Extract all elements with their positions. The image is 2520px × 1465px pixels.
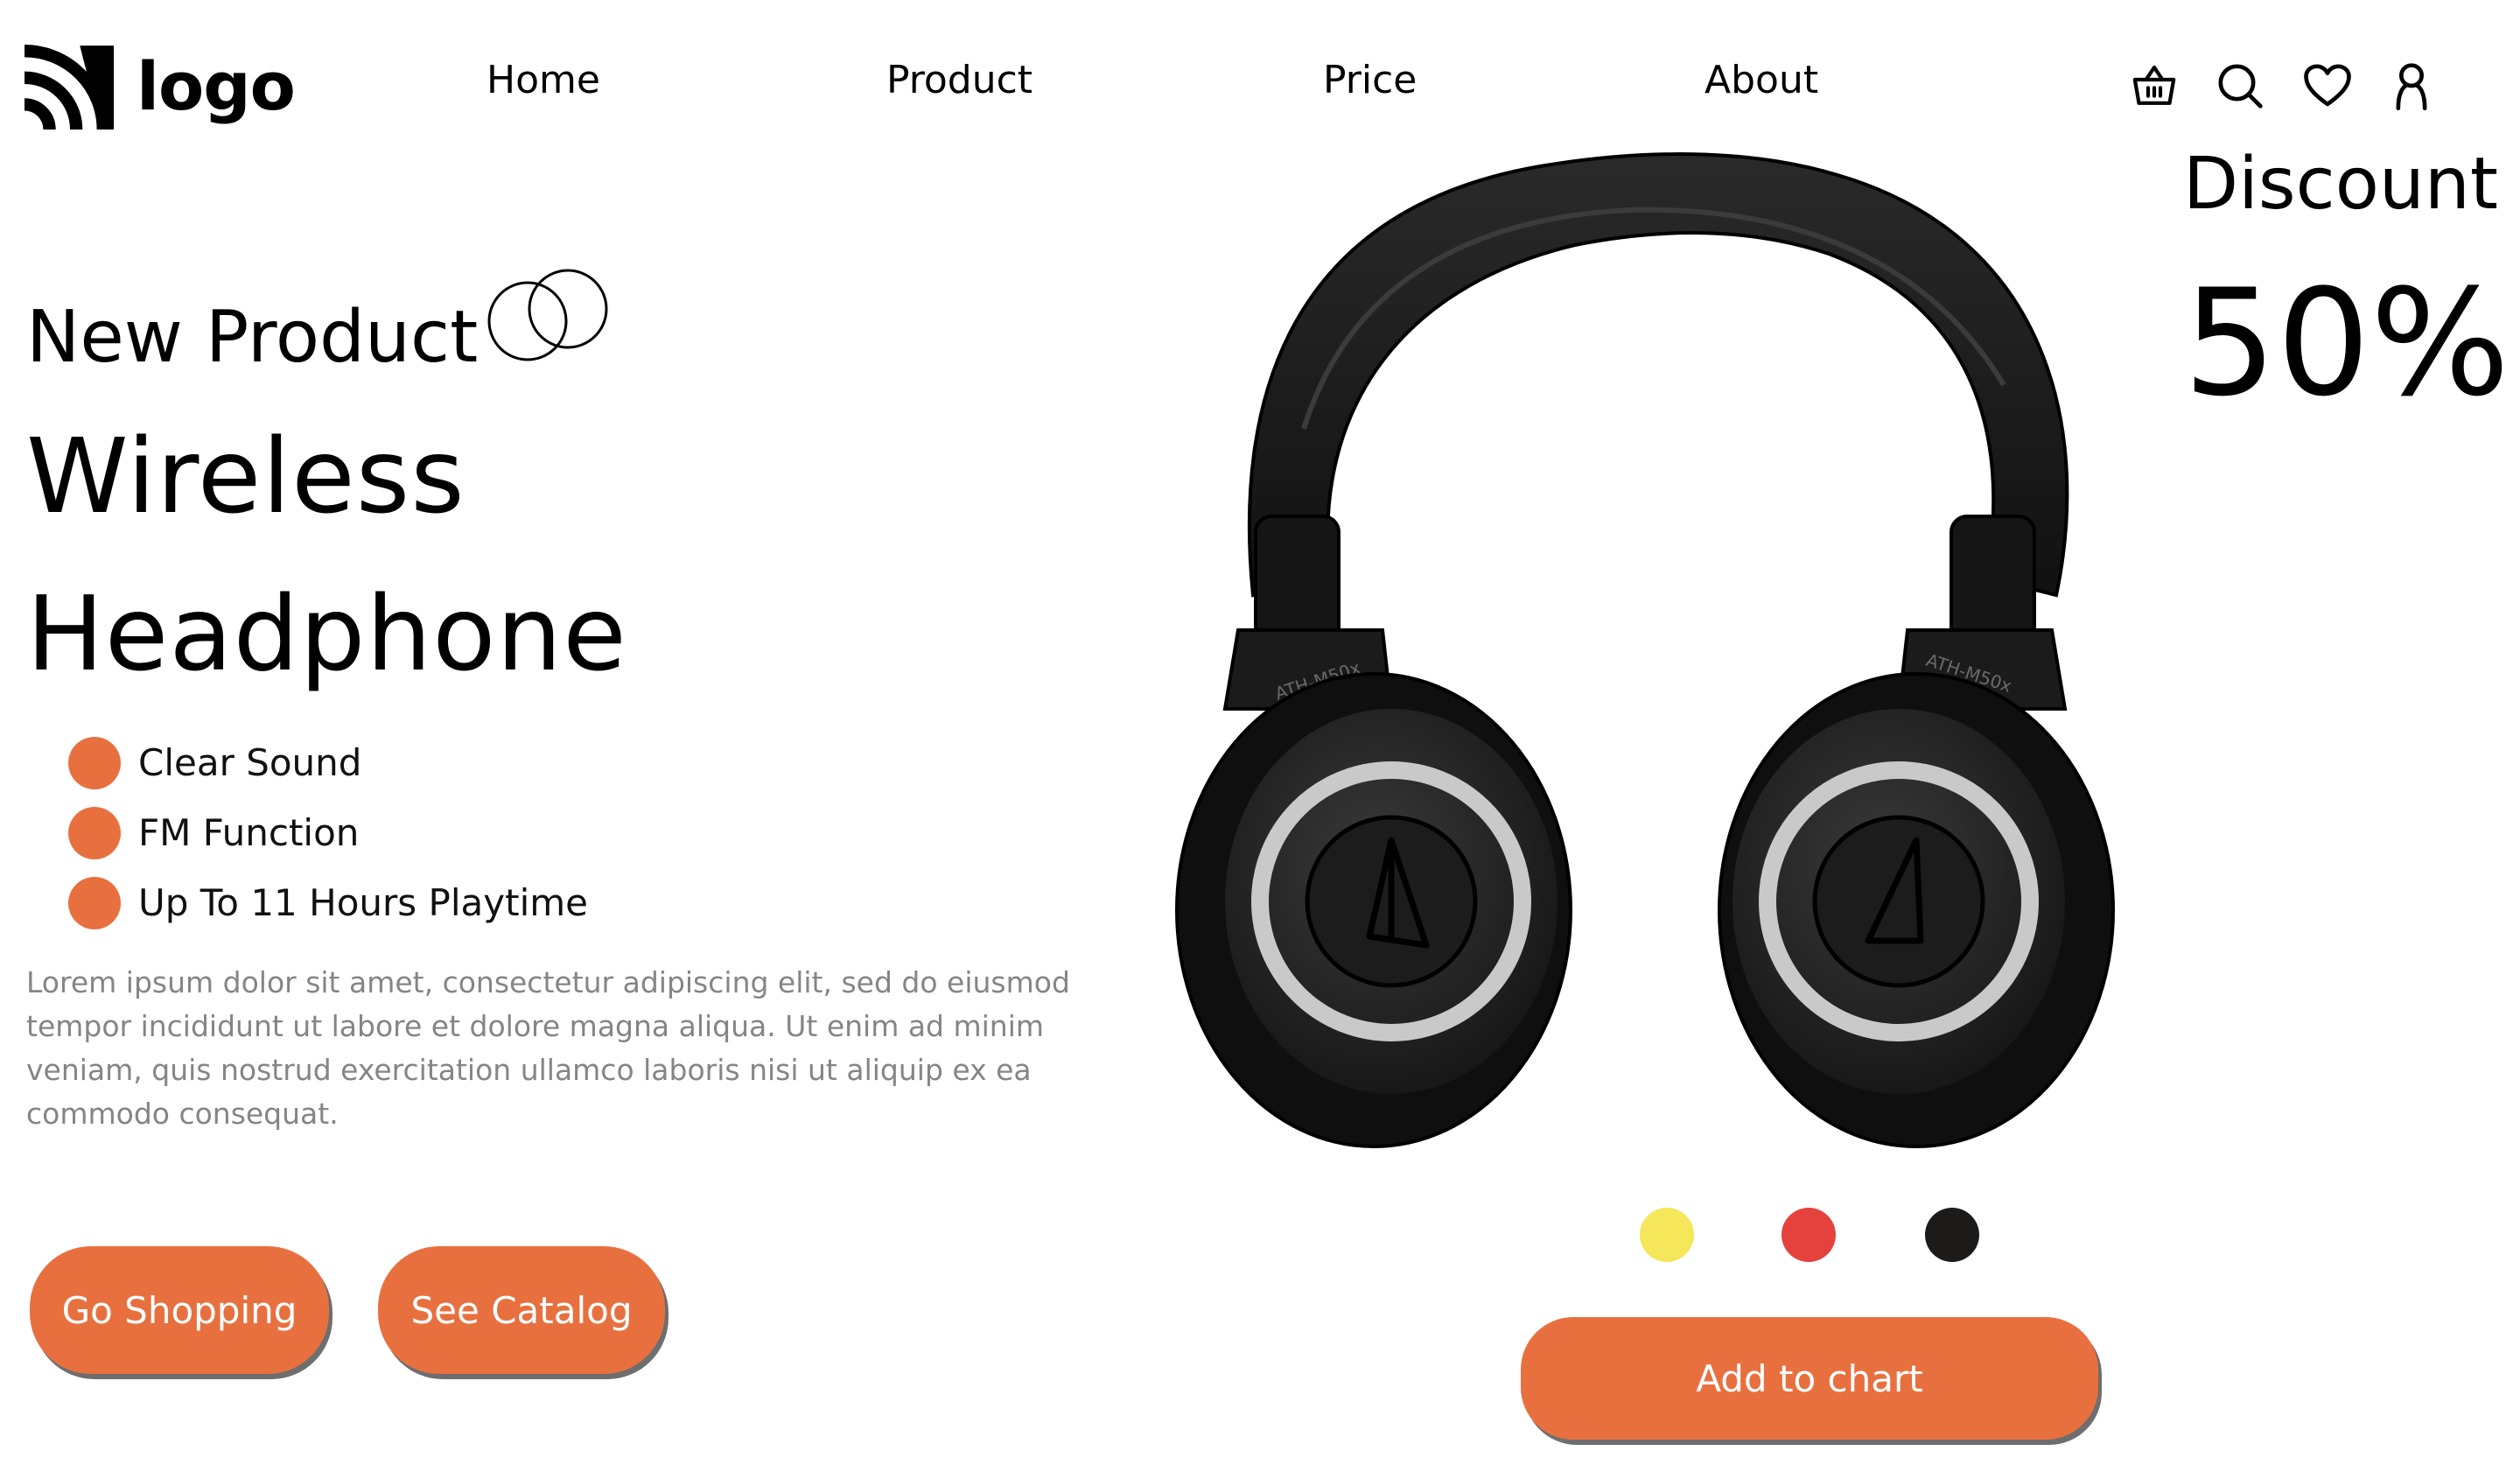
nav-home[interactable]: Home <box>486 61 600 100</box>
color-swatch-yellow[interactable] <box>1640 1208 1694 1262</box>
color-swatch-red[interactable] <box>1782 1208 1836 1262</box>
bullet-icon <box>68 737 121 789</box>
logo[interactable]: logo <box>24 42 296 131</box>
feature-item: Clear Sound <box>68 728 588 798</box>
nav-price[interactable]: Price <box>1323 61 1417 100</box>
eyebrow-new-product: New Product <box>26 296 479 379</box>
headphones-image: ATH-M50x ATH-M50x <box>1175 152 2115 1148</box>
product-description: Lorem ipsum dolor sit amet, consectetur … <box>26 965 1070 1131</box>
heart-icon[interactable] <box>2303 61 2352 110</box>
feature-label: Clear Sound <box>138 741 362 784</box>
feature-list: Clear Sound FM Function Up To 11 Hours P… <box>68 728 588 938</box>
product-title-line2: Headphone <box>26 573 627 694</box>
bullet-icon <box>68 807 121 859</box>
see-catalog-button[interactable]: See Catalog <box>378 1246 665 1374</box>
bullet-icon <box>68 877 121 929</box>
search-icon[interactable] <box>2216 61 2264 110</box>
nav-product[interactable]: Product <box>886 61 1032 100</box>
user-icon[interactable] <box>2387 61 2436 110</box>
discount-value: 50% <box>2183 257 2510 429</box>
feature-label: FM Function <box>138 811 360 854</box>
feature-item: Up To 11 Hours Playtime <box>68 868 588 938</box>
logo-text: logo <box>136 47 296 125</box>
basket-icon[interactable] <box>2130 61 2179 110</box>
go-shopping-button[interactable]: Go Shopping <box>30 1246 329 1374</box>
rings-icon <box>487 269 608 361</box>
color-swatch-black[interactable] <box>1925 1208 1979 1262</box>
add-to-cart-button[interactable]: Add to chart <box>1521 1317 2098 1440</box>
feature-label: Up To 11 Hours Playtime <box>138 881 588 924</box>
nav-about[interactable]: About <box>1704 61 1818 100</box>
feature-item: FM Function <box>68 798 588 868</box>
product-title-line1: Wireless <box>26 416 466 536</box>
logo-mark-icon <box>24 45 114 130</box>
discount-label: Discount <box>2183 143 2498 226</box>
